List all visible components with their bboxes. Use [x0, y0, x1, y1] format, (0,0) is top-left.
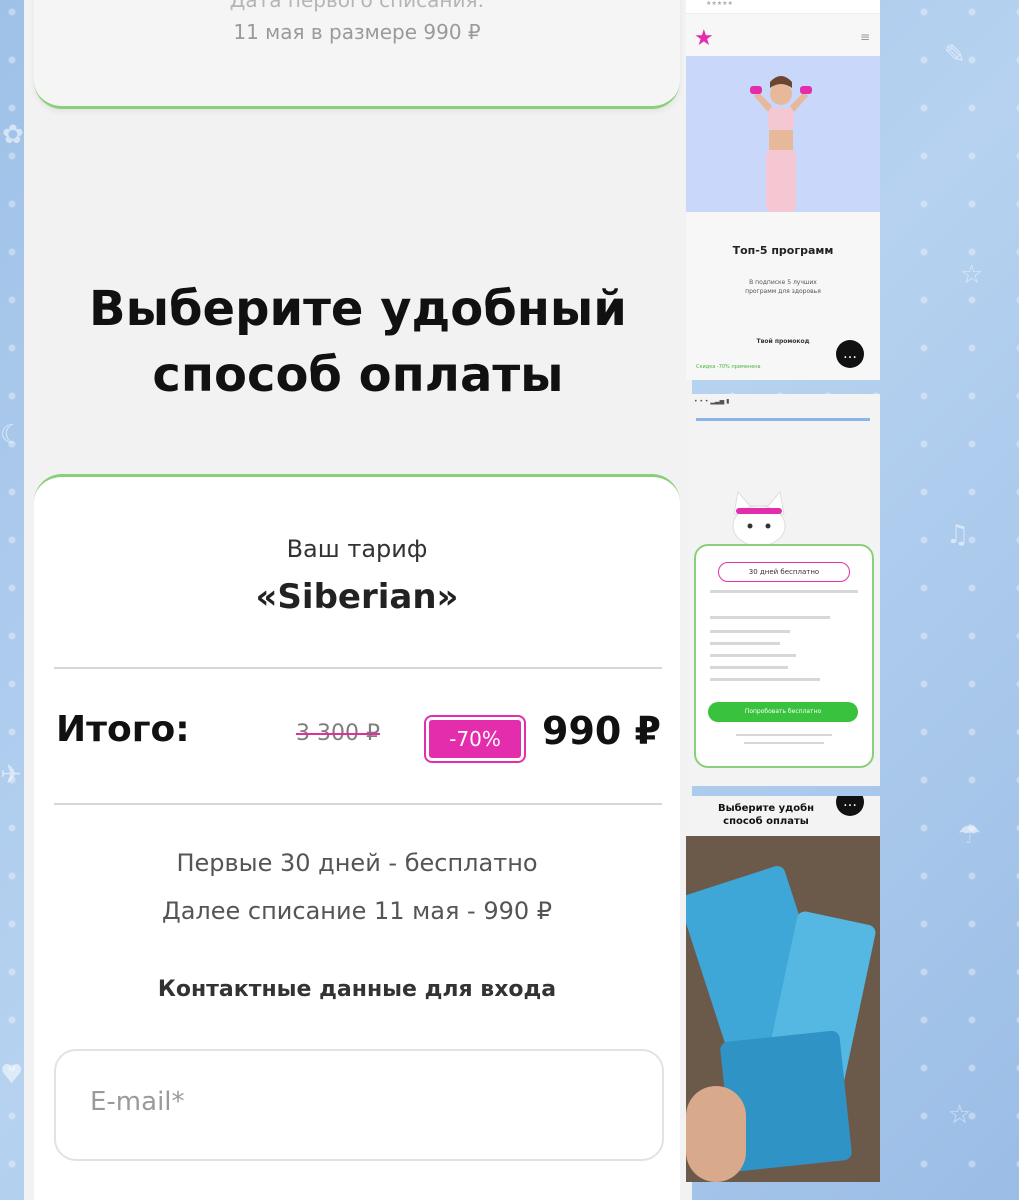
next-charge-info: Далее списание 11 мая - 990 ₽: [161, 897, 553, 925]
doodle-icon: ✎: [944, 40, 966, 70]
price-line: [710, 590, 858, 593]
thumbnail-payment-title[interactable]: Выберите удобн способ оплаты …: [686, 796, 880, 836]
cat-mascot-icon: [732, 490, 786, 547]
text-line: [710, 678, 820, 681]
total-price: 990 ₽: [542, 709, 661, 753]
discount-badge: -70%: [426, 717, 524, 761]
payment-card: Ваш тариф «Siberian» Итого: 3 300 ₽ -70%…: [34, 474, 680, 1200]
doodle-icon: ♫: [946, 520, 970, 550]
first-charge-value: 11 мая в размере 990 ₽: [233, 20, 481, 44]
page-title: Выберите удобный способ оплаты: [24, 276, 692, 408]
doodle-icon: ✿: [2, 120, 24, 150]
thumbnail-offer[interactable]: • • • ▂▃▅ ▮ 30 дней бесплатно Попробоват…: [686, 394, 880, 786]
first-charge-card: Дата первого списания: 11 мая в размере …: [34, 0, 680, 109]
doodle-icon: ☆: [948, 1100, 972, 1130]
try-free-button[interactable]: Попробовать бесплатно: [708, 702, 858, 722]
email-field-box[interactable]: [54, 1049, 664, 1161]
hero-image: [686, 56, 880, 212]
contact-label: Контактные данные для входа: [157, 977, 557, 1002]
programs-subtitle: В подписке 5 лучших программ для здоровь…: [686, 278, 880, 296]
chat-icon[interactable]: …: [836, 340, 864, 368]
text-line: [710, 654, 796, 657]
star-logo-icon: ★: [694, 26, 714, 51]
fitness-woman-icon: [750, 76, 812, 212]
payment-screen: Дата первого списания: 11 мая в размере …: [24, 0, 692, 1200]
tariff-name: «Siberian»: [255, 577, 459, 617]
page-title-line2: способ оплаты: [152, 347, 564, 403]
text-line: [710, 630, 790, 633]
text-line: [710, 666, 788, 669]
text-line: [710, 642, 780, 645]
email-field[interactable]: [88, 1051, 632, 1153]
progress-line: [696, 418, 870, 421]
programs-title: Топ-5 программ: [732, 244, 834, 257]
menu-icon: ≡: [859, 30, 870, 44]
trial-info: Первые 30 дней - бесплатно: [176, 849, 538, 877]
text-line: [710, 616, 830, 619]
thumbnail-product-photo[interactable]: [686, 836, 880, 1182]
doodle-icon: ♥: [0, 1060, 24, 1090]
doodle-icon: ✈: [0, 760, 22, 790]
divider: [54, 803, 662, 805]
text-line: [744, 742, 824, 744]
payment-title-preview-line1: Выберите удобн: [717, 803, 814, 814]
text-line: [736, 734, 832, 736]
hand: [686, 1086, 746, 1182]
tariff-label: Ваш тариф: [286, 535, 428, 563]
payment-title-preview-line2: способ оплаты: [723, 816, 809, 827]
free-trial-pill: 30 дней бесплатно: [718, 562, 850, 582]
divider: [54, 667, 662, 669]
doodle-icon: ☾: [0, 420, 24, 450]
status-bar: • • • ▂▃▅ ▮: [694, 398, 730, 405]
total-label: Итого:: [56, 709, 190, 750]
page-title-line1: Выберите удобный: [89, 281, 627, 337]
old-price: 3 300 ₽: [296, 721, 380, 746]
offer-card: 30 дней бесплатно Попробовать бесплатно: [694, 544, 874, 768]
rating-bar: ★★★★★: [686, 0, 880, 14]
payment-title-preview: Выберите удобн способ оплаты: [686, 802, 846, 828]
programs-subtitle-line2: программ для здоровья: [745, 288, 821, 295]
doodle-icon: ☂: [958, 820, 982, 850]
doodle-icon: ☆: [960, 260, 984, 290]
thumbnail-landing[interactable]: ★★★★★ ★ ≡ Топ-5 программ В подписке 5 лу…: [686, 0, 880, 380]
thumbnail-strip: ★★★★★ ★ ≡ Топ-5 программ В подписке 5 лу…: [686, 0, 880, 1200]
programs-subtitle-line1: В подписке 5 лучших: [749, 279, 817, 286]
first-charge-label: Дата первого списания:: [229, 0, 485, 12]
